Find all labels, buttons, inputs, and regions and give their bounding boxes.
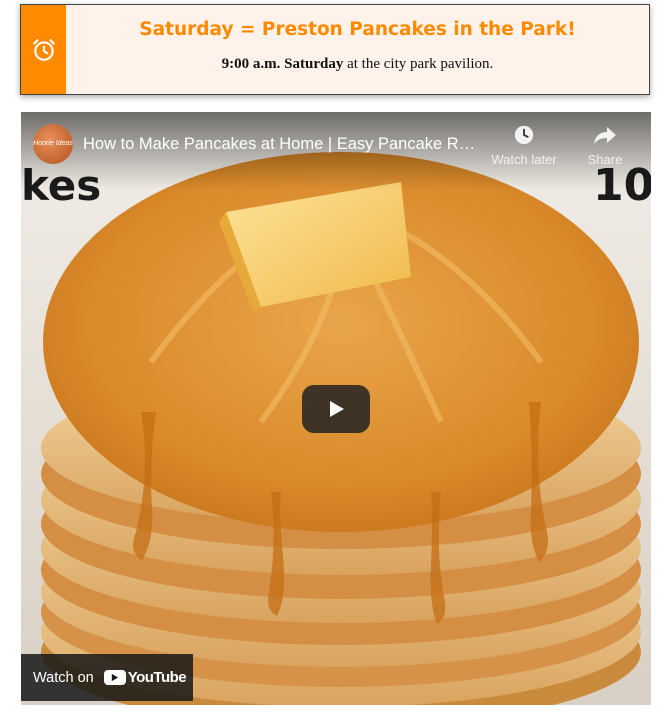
- announcement-title: Saturday = Preston Pancakes in the Park!: [139, 19, 576, 40]
- alarm-clock-icon: [32, 38, 55, 61]
- play-icon: [330, 401, 344, 417]
- share-label: Share: [587, 152, 623, 167]
- clock-icon: [514, 125, 534, 145]
- share-arrow-icon: [594, 127, 616, 144]
- youtube-logo-icon: YouTube: [103, 669, 187, 686]
- play-button[interactable]: [302, 385, 370, 433]
- card-icon-panel: [21, 5, 66, 94]
- announcement-detail: 9:00 a.m. Saturday at the city park pavi…: [66, 56, 649, 73]
- channel-avatar-text: Hoorie Ideas: [33, 140, 73, 147]
- event-time: 9:00 a.m. Saturday: [221, 56, 344, 72]
- announcement-content: Saturday = Preston Pancakes in the Park!…: [66, 5, 649, 94]
- share-button[interactable]: Share: [570, 124, 640, 167]
- announcement-card: Saturday = Preston Pancakes in the Park!…: [20, 4, 650, 95]
- watch-on-youtube-button[interactable]: Watch on YouTube: [21, 654, 193, 701]
- youtube-play-mark-icon: [103, 670, 126, 685]
- youtube-wordmark: YouTube: [127, 669, 187, 686]
- watch-later-label: Watch later: [491, 152, 557, 167]
- youtube-video-embed[interactable]: kes 10 Hoorie Ideas How to Make Pancakes…: [21, 112, 651, 705]
- watch-later-button[interactable]: Watch later: [489, 124, 559, 167]
- watch-on-label: Watch on: [33, 669, 94, 686]
- event-location: at the city park pavilion.: [343, 56, 494, 72]
- channel-avatar[interactable]: Hoorie Ideas: [33, 124, 73, 164]
- video-title-link[interactable]: How to Make Pancakes at Home | Easy Panc…: [83, 135, 483, 154]
